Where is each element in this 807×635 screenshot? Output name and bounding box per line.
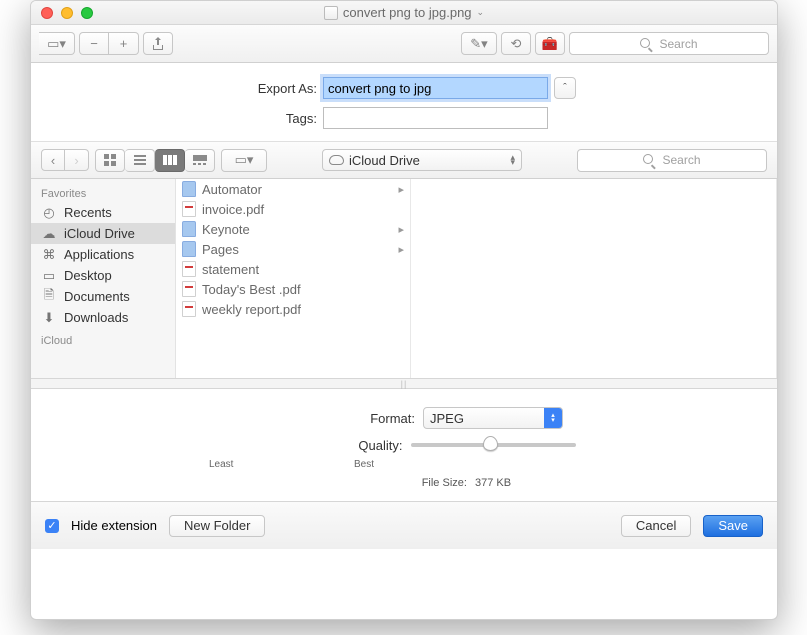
file-row[interactable]: statement: [176, 259, 410, 279]
folder-icon: [182, 181, 196, 197]
file-row[interactable]: Pages▸: [176, 239, 410, 259]
minimize-window-button[interactable]: [61, 7, 73, 19]
window-title: convert png to jpg.png: [343, 5, 472, 20]
save-button[interactable]: Save: [703, 515, 763, 537]
location-label: iCloud Drive: [349, 153, 420, 168]
pdf-icon: [182, 201, 196, 217]
share-button[interactable]: [143, 32, 173, 55]
column-view-button[interactable]: [155, 149, 185, 172]
popup-arrows-icon: ▴▾: [510, 155, 515, 165]
app-toolbar: ▭▾ − + ✎▾ ⟲ 🧰 Search: [31, 25, 777, 63]
toolbox-button[interactable]: 🧰: [535, 32, 565, 55]
location-popup[interactable]: iCloud Drive ▴▾: [322, 149, 522, 171]
new-folder-button[interactable]: New Folder: [169, 515, 265, 537]
title-dropdown-icon[interactable]: ⌄: [477, 7, 485, 18]
search-icon: [640, 37, 655, 51]
filesize-value: 377 KB: [475, 477, 511, 489]
file-row[interactable]: Today's Best .pdf: [176, 279, 410, 299]
document-proxy-icon: [324, 6, 338, 20]
quality-slider[interactable]: [411, 436, 576, 454]
list-view-button[interactable]: [125, 149, 155, 172]
format-popup[interactable]: JPEG ▴▾: [423, 407, 563, 429]
cloud-icon: [329, 155, 344, 165]
column-2[interactable]: [411, 179, 777, 378]
file-browser: Favorites ◴Recents☁iCloud Drive⌘Applicat…: [31, 179, 777, 379]
pdf-icon: [182, 281, 196, 297]
desktop-icon: ▭: [41, 269, 57, 283]
zoom-out-button[interactable]: −: [79, 32, 109, 55]
sidebar-item-downloads[interactable]: ⬇Downloads: [31, 307, 175, 328]
titlebar: convert png to jpg.png ⌄: [31, 1, 777, 25]
close-window-button[interactable]: [41, 7, 53, 19]
sidebar-item-desktop[interactable]: ▭Desktop: [31, 265, 175, 286]
bottom-bar: ✓ Hide extension New Folder Cancel Save: [31, 501, 777, 549]
back-button[interactable]: ‹: [41, 149, 65, 171]
rotate-button[interactable]: ⟲: [501, 32, 531, 55]
sidebar-section-favorites: Favorites: [31, 185, 175, 202]
tags-input[interactable]: [323, 107, 548, 129]
sidebar-item-recents[interactable]: ◴Recents: [31, 202, 175, 223]
quality-label: Quality:: [233, 438, 403, 453]
file-browser-bar: ‹ › ▭▾ iCloud Drive ▴▾ Search: [31, 141, 777, 179]
search-icon: [643, 153, 658, 167]
export-filename-input[interactable]: [323, 77, 548, 99]
pdf-icon: [182, 261, 196, 277]
apps-icon: ⌘: [41, 248, 57, 262]
quality-best-label: Best: [354, 459, 374, 470]
sidebar-item-icloud-drive[interactable]: ☁iCloud Drive: [31, 223, 175, 244]
quality-least-label: Least: [209, 459, 233, 470]
cloud-icon: ☁: [41, 227, 57, 241]
zoom-window-button[interactable]: [81, 7, 93, 19]
zoom-in-button[interactable]: +: [109, 32, 139, 55]
cancel-button[interactable]: Cancel: [621, 515, 691, 537]
window-controls: [41, 7, 93, 19]
group-by-button[interactable]: ▭▾: [221, 149, 267, 172]
format-label: Format:: [245, 411, 415, 426]
folder-icon: [182, 241, 196, 257]
gallery-view-button[interactable]: [185, 149, 215, 172]
format-value: JPEG: [430, 411, 464, 426]
markup-button[interactable]: ✎▾: [461, 32, 497, 55]
file-row[interactable]: weekly report.pdf: [176, 299, 410, 319]
file-row[interactable]: invoice.pdf: [176, 199, 410, 219]
clock-icon: ◴: [41, 206, 57, 220]
doc-icon: 🗎: [41, 290, 57, 304]
sidebar-item-documents[interactable]: 🗎Documents: [31, 286, 175, 307]
chevron-right-icon: ▸: [398, 223, 404, 236]
toolbar-search[interactable]: Search: [569, 32, 769, 55]
icon-view-button[interactable]: [95, 149, 125, 172]
collapse-expand-button[interactable]: ˆ: [554, 77, 576, 99]
chevron-right-icon: ▸: [398, 243, 404, 256]
pdf-icon: [182, 301, 196, 317]
sidebar-item-applications[interactable]: ⌘Applications: [31, 244, 175, 265]
download-icon: ⬇: [41, 311, 57, 325]
sidebar-section-icloud: iCloud: [31, 332, 175, 349]
column-1[interactable]: Automator▸invoice.pdfKeynote▸Pages▸state…: [176, 179, 411, 378]
filesize-label: File Size:: [297, 477, 467, 489]
hide-extension-checkbox[interactable]: ✓: [45, 519, 59, 533]
export-as-label: Export As:: [232, 81, 317, 96]
export-dialog-window: convert png to jpg.png ⌄ ▭▾ − + ✎▾ ⟲ 🧰 S…: [30, 0, 778, 620]
hide-extension-label[interactable]: Hide extension: [71, 518, 157, 533]
format-options: Format: JPEG ▴▾ Quality: Least Best File…: [31, 389, 777, 501]
forward-button[interactable]: ›: [65, 149, 89, 171]
slider-thumb[interactable]: [483, 436, 498, 451]
toolbar-search-placeholder: Search: [659, 37, 697, 51]
popup-arrows-icon: ▴▾: [544, 408, 562, 428]
tags-label: Tags:: [232, 111, 317, 126]
folder-icon: [182, 221, 196, 237]
browser-search-placeholder: Search: [662, 153, 700, 167]
chevron-right-icon: ▸: [398, 183, 404, 196]
sidebar-toggle-button[interactable]: ▭▾: [39, 32, 75, 55]
file-row[interactable]: Keynote▸: [176, 219, 410, 239]
file-row[interactable]: Automator▸: [176, 179, 410, 199]
resize-handle[interactable]: ||: [31, 379, 777, 389]
browser-search[interactable]: Search: [577, 149, 767, 172]
sidebar: Favorites ◴Recents☁iCloud Drive⌘Applicat…: [31, 179, 176, 378]
export-as-row: Export As: ˆ: [31, 63, 777, 103]
